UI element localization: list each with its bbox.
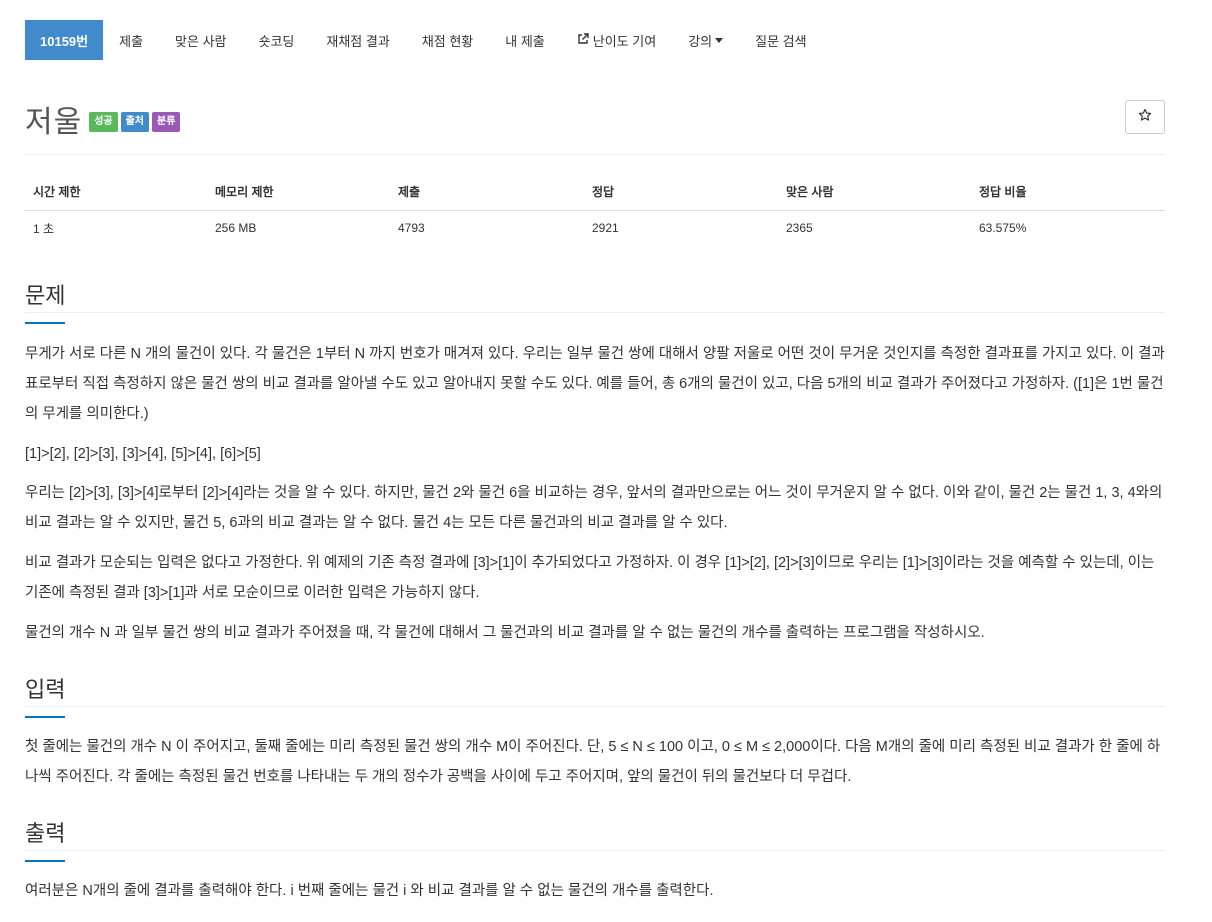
description-paragraph: 물건의 개수 N 과 일부 물건 쌍의 비교 결과가 주어졌을 때, 각 물건에…	[25, 625, 985, 641]
nav-tab-submit[interactable]: 제출	[103, 20, 159, 60]
section-underline	[25, 322, 65, 324]
description-paragraph: 비교 결과가 모순되는 입력은 없다고 가정한다. 위 예제의 기존 측정 결과…	[25, 555, 1155, 601]
nav-tab-label: 제출	[119, 33, 144, 49]
problem-header: 저울 성공 출처 분류	[25, 98, 1165, 140]
section-underline	[25, 716, 65, 718]
caret-down-icon	[715, 37, 724, 43]
table-row: 1 초 256 MB 4793 2921 2365 63.575%	[25, 210, 1165, 246]
header-accepted: 정답	[584, 174, 778, 211]
section-title-description: 문제	[25, 278, 66, 324]
nav-tab-label: 채점 현황	[421, 33, 474, 49]
input-paragraph: 첫 줄에는 물건의 개수 N 이 주어지고, 둘째 줄에는 미리 측정된 물건 …	[25, 739, 1161, 785]
nav-tab-my-submissions[interactable]: 내 제출	[489, 20, 561, 60]
nav-tab-label: 난이도 기여	[592, 33, 657, 49]
nav-tab-difficulty-contribution[interactable]: 난이도 기여	[561, 20, 672, 60]
external-link-icon	[577, 32, 589, 48]
label-source[interactable]: 출처	[120, 112, 150, 132]
header-submissions: 제출	[390, 174, 584, 211]
section-title-input: 입력	[25, 672, 66, 718]
description-paragraph: [1]>[2], [2]>[3], [3]>[4], [5]>[4], [6]>…	[25, 446, 261, 462]
nav-tab-rejudge-results[interactable]: 재채점 결과	[310, 20, 405, 60]
section-title-text: 문제	[25, 283, 66, 308]
value-submissions: 4793	[398, 221, 425, 236]
nav-tab-accepted-users[interactable]: 맞은 사람	[159, 20, 242, 60]
section-title-text: 입력	[25, 677, 66, 702]
problem-nav: 10159번 제출 맞은 사람 숏코딩 재채점 결과 채점 현황 내 제출 난이…	[25, 20, 823, 60]
problem-title: 저울	[25, 106, 83, 139]
section-underline	[25, 860, 65, 862]
table-header-row: 시간 제한 메모리 제한 제출 정답 맞은 사람 정답 비율	[25, 174, 1165, 211]
problem-info-table: 시간 제한 메모리 제한 제출 정답 맞은 사람 정답 비율 1 초 256 M…	[25, 174, 1165, 246]
header-accept-ratio: 정답 비율	[971, 174, 1165, 211]
description-paragraph: 우리는 [2]>[3], [3]>[4]로부터 [2]>[4]라는 것을 알 수…	[25, 485, 1163, 531]
section-divider	[25, 706, 1165, 707]
value-accept-ratio: 63.575%	[979, 221, 1027, 236]
nav-tab-question-search[interactable]: 질문 검색	[739, 20, 822, 60]
nav-tab-short-coding[interactable]: 숏코딩	[243, 20, 311, 60]
header-accepted-users: 맞은 사람	[778, 174, 971, 211]
nav-tab-label: 내 제출	[505, 33, 545, 49]
nav-tab-lectures-dropdown[interactable]: 강의	[672, 20, 739, 60]
header-time-limit: 시간 제한	[25, 174, 207, 211]
nav-tab-label: 숏코딩	[258, 33, 295, 49]
label-tags[interactable]: 분류	[152, 112, 181, 132]
star-outline-icon	[1138, 108, 1152, 127]
favorite-button[interactable]	[1125, 100, 1165, 134]
nav-tab-label: 맞은 사람	[175, 33, 227, 49]
header-memory-limit: 메모리 제한	[207, 174, 390, 211]
value-memory-limit: 256 MB	[215, 221, 257, 236]
nav-tab-judge-status[interactable]: 채점 현황	[406, 20, 489, 60]
nav-tab-label: 질문 검색	[755, 33, 807, 49]
label-success[interactable]: 성공	[89, 112, 118, 132]
problem-labels: 성공 출처 분류	[89, 112, 181, 132]
value-accepted: 2921	[592, 221, 619, 236]
section-divider	[25, 850, 1165, 851]
value-accepted-users: 2365	[786, 221, 813, 236]
value-time-limit: 1 초	[33, 221, 55, 236]
output-paragraph: 여러분은 N개의 줄에 결과를 출력해야 한다. i 번째 줄에는 물건 i 와…	[25, 883, 714, 899]
nav-tab-label: 강의	[688, 33, 713, 49]
section-title-text: 출력	[25, 821, 66, 846]
nav-tab-label: 10159번	[40, 33, 89, 49]
header-divider	[25, 154, 1165, 155]
section-title-output: 출력	[25, 816, 66, 862]
description-paragraph: 무게가 서로 다른 N 개의 물건이 있다. 각 물건은 1부터 N 까지 번호…	[25, 346, 1165, 422]
nav-tab-label: 재채점 결과	[326, 33, 390, 49]
nav-tab-problem[interactable]: 10159번	[25, 20, 104, 60]
section-divider	[25, 312, 1165, 313]
